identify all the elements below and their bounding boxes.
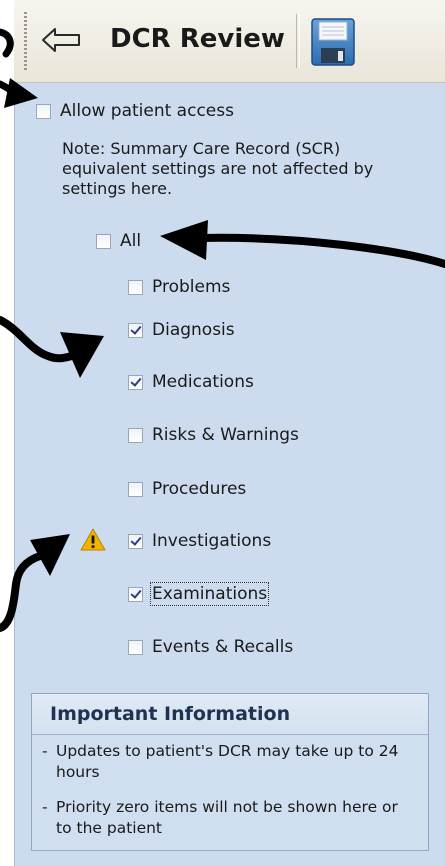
info-item: - Priority zero items will not be shown … — [42, 797, 412, 839]
info-item-text: Updates to patient's DCR may take up to … — [56, 742, 399, 781]
page-title: DCR Review — [110, 24, 285, 54]
category-label: Procedures — [152, 479, 247, 499]
checkbox-box[interactable] — [128, 427, 143, 443]
category-label: Problems — [152, 277, 231, 297]
category-diagnosis-checkbox[interactable]: Diagnosis — [128, 320, 235, 340]
category-all-label: All — [120, 231, 142, 251]
category-label: Investigations — [152, 531, 272, 551]
info-item-text: Priority zero items will not be shown he… — [56, 798, 398, 837]
category-all-checkbox[interactable]: All — [96, 231, 141, 251]
category-medications-checkbox[interactable]: Medications — [128, 372, 254, 392]
checkbox-box[interactable] — [128, 639, 143, 655]
important-information-title: Important Information — [32, 694, 428, 735]
category-risks-warnings-checkbox[interactable]: Risks & Warnings — [128, 425, 299, 445]
back-button[interactable] — [38, 20, 84, 60]
category-events-recalls-checkbox[interactable]: Events & Recalls — [128, 637, 293, 657]
checkbox-box[interactable] — [128, 279, 143, 295]
important-information-box: Important Information - Updates to patie… — [31, 693, 429, 851]
category-examinations-checkbox[interactable]: Examinations — [128, 582, 270, 606]
checkbox-box[interactable] — [36, 103, 51, 119]
back-arrow-icon — [42, 28, 80, 52]
checkbox-box[interactable] — [128, 586, 143, 602]
allow-patient-access-label: Allow patient access — [60, 101, 234, 121]
checkbox-box[interactable] — [128, 481, 143, 497]
category-label: Examinations — [149, 582, 270, 606]
allow-patient-access-checkbox[interactable]: Allow patient access — [36, 101, 234, 121]
save-button[interactable] — [306, 16, 360, 68]
scr-note: Note: Summary Care Record (SCR) equivale… — [62, 139, 374, 198]
warning-icon — [80, 528, 106, 551]
category-investigations-checkbox[interactable]: Investigations — [128, 531, 271, 551]
floppy-disk-icon — [311, 18, 355, 66]
checkbox-box[interactable] — [128, 374, 143, 390]
checkbox-box[interactable] — [128, 322, 143, 338]
category-problems-checkbox[interactable]: Problems — [128, 277, 230, 297]
category-label: Events & Recalls — [152, 637, 294, 657]
toolbar-grip[interactable] — [24, 12, 27, 70]
info-item: - Updates to patient's DCR may take up t… — [42, 741, 412, 783]
category-label: Risks & Warnings — [152, 425, 299, 445]
category-label: Diagnosis — [152, 320, 235, 340]
category-procedures-checkbox[interactable]: Procedures — [128, 479, 246, 499]
checkbox-box[interactable] — [96, 233, 111, 249]
checkbox-box[interactable] — [128, 533, 143, 549]
toolbar-separator — [296, 14, 300, 68]
annotation-arrow-top-left — [0, 28, 14, 58]
category-label: Medications — [152, 372, 254, 392]
